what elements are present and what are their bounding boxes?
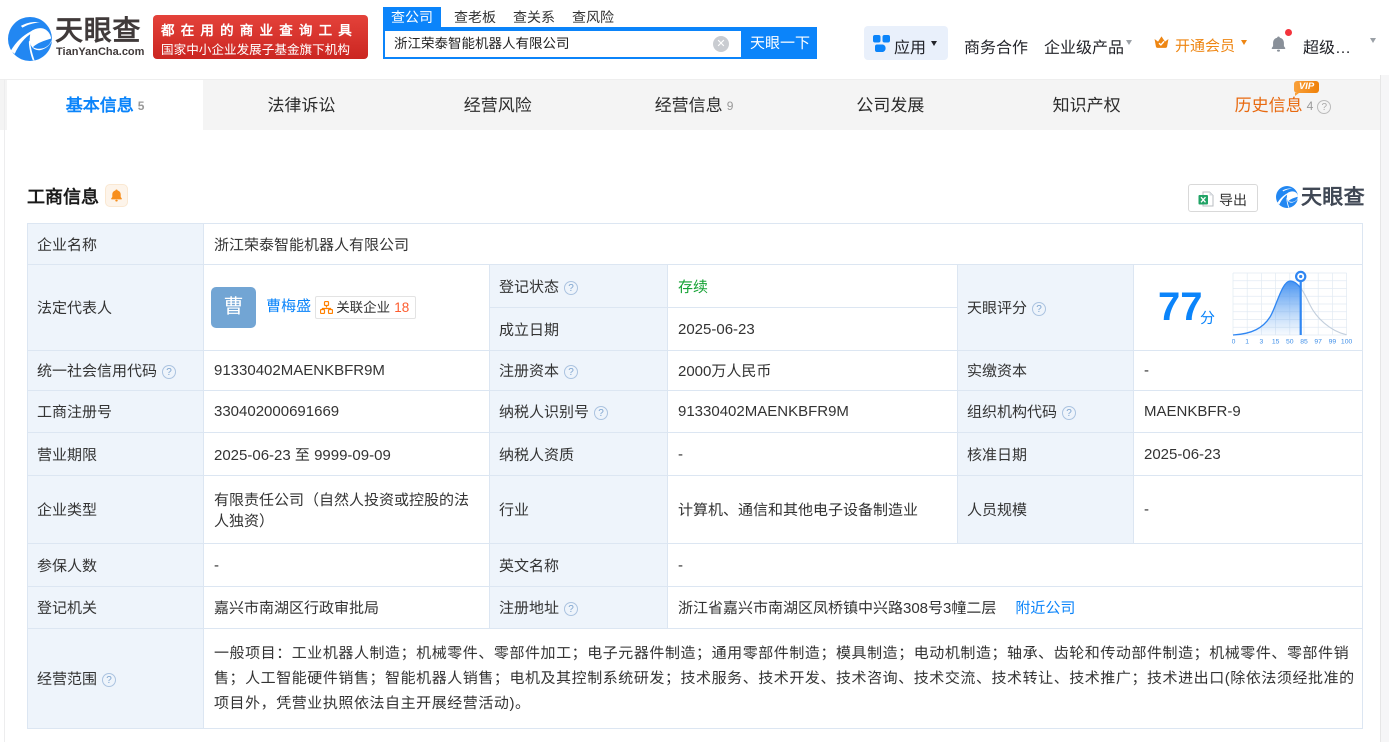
svg-text:50: 50: [1286, 339, 1294, 346]
svg-text:1: 1: [1245, 339, 1249, 346]
svg-text:15: 15: [1272, 339, 1280, 346]
svg-text:0: 0: [1232, 339, 1236, 346]
svg-text:99: 99: [1329, 339, 1337, 346]
svg-text:97: 97: [1314, 339, 1322, 346]
svg-text:100: 100: [1341, 339, 1352, 346]
svg-text:3: 3: [1260, 339, 1264, 346]
svg-text:85: 85: [1300, 339, 1308, 346]
